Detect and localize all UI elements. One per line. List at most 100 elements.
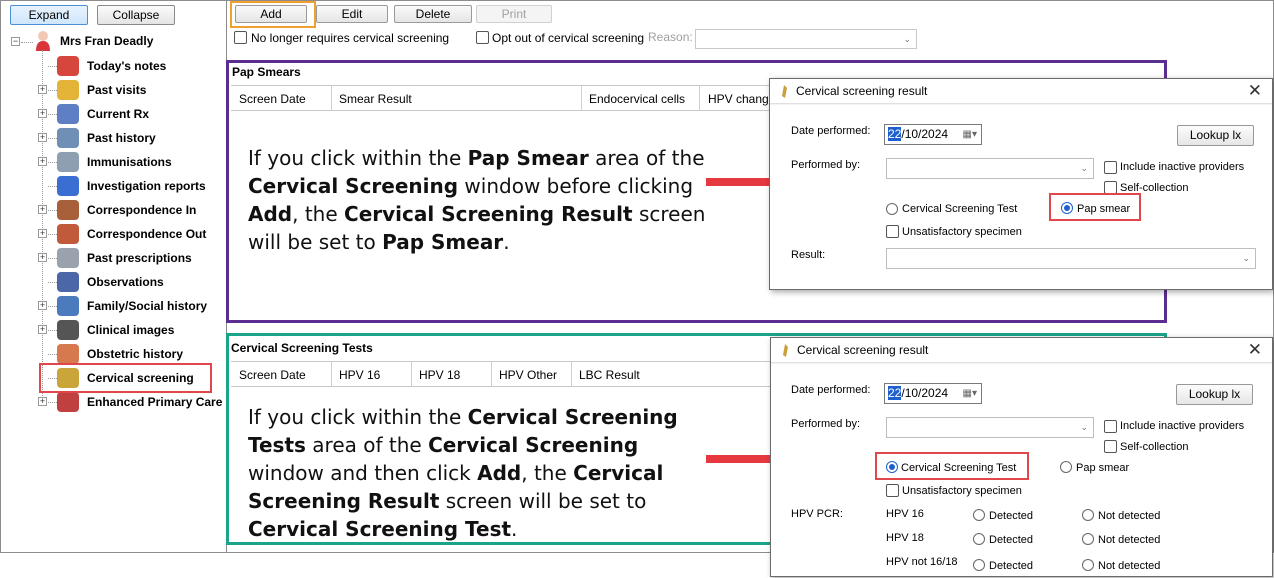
expand-toggle-icon[interactable]: +	[38, 301, 47, 310]
expand-toggle-icon[interactable]: +	[38, 253, 47, 262]
pap-smears-title: Pap Smears	[232, 65, 301, 79]
unsatisfactory-checkbox[interactable]	[886, 225, 899, 238]
column-header[interactable]: Smear Result	[339, 92, 412, 106]
pap-smear-radio[interactable]	[1060, 461, 1072, 473]
calendar-icon	[57, 56, 79, 76]
pap-smear-radio[interactable]	[1061, 202, 1073, 214]
tree-item[interactable]: + Family/Social history	[0, 294, 226, 318]
reason-dropdown[interactable]: ⌄	[695, 29, 917, 49]
column-header[interactable]: Endocervical cells	[589, 92, 685, 106]
date-performed-label: Date performed:	[791, 384, 871, 396]
cst-radio[interactable]	[886, 461, 898, 473]
tree-item[interactable]: Investigation reports	[0, 174, 226, 198]
pill-icon	[57, 104, 79, 124]
tree-item[interactable]: + Enhanced Primary Care	[0, 390, 226, 414]
column-header[interactable]: HPV Other	[499, 368, 557, 382]
expand-toggle-icon[interactable]: +	[38, 133, 47, 142]
include-inactive-label: Include inactive providers	[1120, 161, 1245, 173]
tree-item-label: Today's notes	[87, 59, 167, 73]
cst-radio[interactable]	[886, 203, 898, 215]
expand-toggle-icon[interactable]: +	[38, 157, 47, 166]
tree-item-label: Immunisations	[87, 155, 172, 169]
tree-item[interactable]: Today's notes	[0, 54, 226, 78]
tree-connector	[48, 282, 57, 283]
pap-smear-radio-label: Pap smear	[1077, 203, 1131, 215]
hpv18-detected-radio[interactable]	[973, 533, 985, 545]
column-header[interactable]: Screen Date	[239, 368, 306, 382]
collapse-button[interactable]: Collapse	[97, 5, 175, 25]
calendar-dropdown-icon[interactable]: ▦▾	[963, 125, 977, 144]
expand-toggle-icon[interactable]: +	[38, 397, 47, 406]
lookup-lx-button[interactable]: Lookup lx	[1177, 125, 1254, 146]
tree-item[interactable]: + Immunisations	[0, 150, 226, 174]
expand-toggle-icon[interactable]: +	[38, 325, 47, 334]
expand-button[interactable]: Expand	[10, 5, 88, 25]
tree-item-label: Past prescriptions	[87, 251, 192, 265]
tree-item[interactable]: + Correspondence In	[0, 198, 226, 222]
delete-button[interactable]: Delete	[394, 5, 472, 23]
include-inactive-checkbox[interactable]	[1104, 420, 1117, 433]
opt-out-checkbox[interactable]	[476, 31, 489, 44]
inbox-icon	[57, 200, 79, 220]
tree-connector	[48, 186, 57, 187]
close-icon[interactable]: ✕	[1248, 340, 1262, 360]
tree-item[interactable]: + Past history	[0, 126, 226, 150]
hpv16-detected-radio[interactable]	[973, 509, 985, 521]
tree-connector	[48, 402, 57, 403]
performed-by-dropdown[interactable]: ⌄	[886, 158, 1094, 179]
hpv-other-detected-radio[interactable]	[973, 559, 985, 571]
tree-item[interactable]: + Past visits	[0, 78, 226, 102]
result-dropdown[interactable]: ⌄	[886, 248, 1256, 269]
hpv18-not-detected-radio[interactable]	[1082, 533, 1094, 545]
column-header[interactable]: LBC Result	[579, 368, 640, 382]
tree-item-label: Enhanced Primary Care	[87, 395, 223, 409]
hpv-other-not-detected-radio[interactable]	[1082, 559, 1094, 571]
expand-toggle-icon[interactable]: +	[38, 205, 47, 214]
hpv16-not-detected-radio[interactable]	[1082, 509, 1094, 521]
date-performed-field[interactable]: 22/10/2024 ▦▾	[884, 383, 982, 404]
column-header[interactable]: HPV 18	[419, 368, 460, 382]
tree-connector	[48, 234, 57, 235]
date-performed-label: Date performed:	[791, 125, 871, 137]
patient-name[interactable]: Mrs Fran Deadly	[60, 34, 153, 48]
chevron-down-icon: ⌄	[1242, 253, 1250, 263]
chevron-down-icon: ⌄	[1080, 422, 1088, 432]
edit-button[interactable]: Edit	[316, 5, 388, 23]
close-icon[interactable]: ✕	[1248, 81, 1262, 101]
cst-callout-text: If you click within the Cervical Screeni…	[248, 405, 678, 541]
tree-item[interactable]: + Correspondence Out	[0, 222, 226, 246]
unsatisfactory-checkbox[interactable]	[886, 484, 899, 497]
performed-by-label: Performed by:	[791, 159, 861, 171]
tree-item-label: Correspondence Out	[87, 227, 207, 241]
tree-item[interactable]: Observations	[0, 270, 226, 294]
calendar-dropdown-icon[interactable]: ▦▾	[963, 384, 977, 403]
cst-radio-label: Cervical Screening Test	[901, 462, 1017, 474]
prescription-icon	[57, 248, 79, 268]
tree-connector	[48, 138, 57, 139]
self-collection-checkbox[interactable]	[1104, 440, 1117, 453]
include-inactive-label: Include inactive providers	[1120, 420, 1245, 432]
tree-item-label: Observations	[87, 275, 164, 289]
performed-by-dropdown[interactable]: ⌄	[886, 417, 1094, 438]
expand-toggle-icon[interactable]: +	[38, 109, 47, 118]
dialog-titlebar: Cervical screening result ✕	[770, 79, 1272, 104]
tree-connector	[48, 114, 57, 115]
tree-item[interactable]: + Clinical images	[0, 318, 226, 342]
expand-toggle-icon[interactable]: +	[38, 229, 47, 238]
expand-toggle-icon[interactable]: +	[38, 85, 47, 94]
hpv-row-label: HPV not 16/18	[886, 556, 958, 568]
no-longer-requires-checkbox[interactable]	[234, 31, 247, 44]
lookup-lx-button[interactable]: Lookup lx	[1176, 384, 1253, 405]
tree-item-label: Current Rx	[87, 107, 150, 121]
tree-item[interactable]: + Current Rx	[0, 102, 226, 126]
column-header[interactable]: HPV 16	[339, 368, 380, 382]
tree-item-label: Past history	[87, 131, 156, 145]
date-performed-field[interactable]: 22/10/2024 ▦▾	[884, 124, 982, 145]
print-button[interactable]: Print	[476, 5, 552, 23]
include-inactive-checkbox[interactable]	[1104, 161, 1117, 174]
column-header[interactable]: HPV change	[708, 92, 775, 106]
tree-item[interactable]: + Past prescriptions	[0, 246, 226, 270]
column-header[interactable]: Screen Date	[239, 92, 306, 106]
tree-root-collapse-toggle[interactable]: −	[11, 37, 20, 46]
tree-connector	[21, 42, 33, 43]
